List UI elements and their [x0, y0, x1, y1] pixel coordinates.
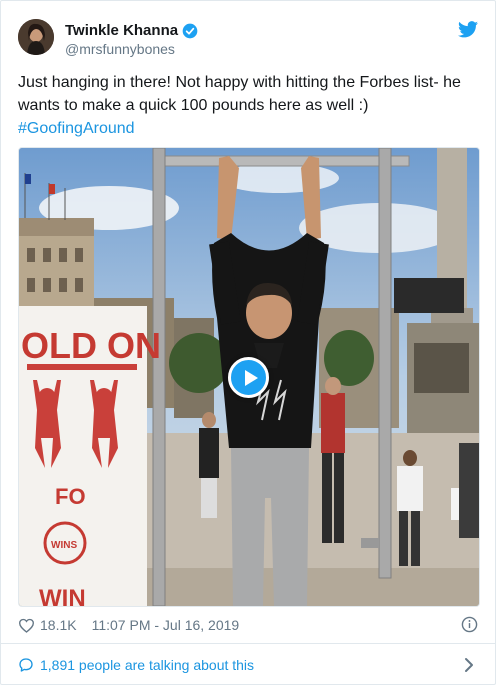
heart-icon[interactable]	[18, 618, 35, 633]
divider	[1, 643, 495, 644]
author-name-row: Twinkle Khanna	[65, 22, 198, 39]
banner-small-text: WINS	[51, 540, 77, 551]
banner-text-bottom: WIN	[39, 585, 86, 606]
tweet-text-line: Just hanging in there! Not happy with hi…	[18, 74, 461, 91]
avatar[interactable]	[18, 19, 54, 55]
conversation-text[interactable]: 1,891 people are talking about this	[40, 657, 254, 673]
chevron-right-icon[interactable]	[464, 657, 474, 673]
tweet-text-line: wants to make a quick 100 pounds here as…	[18, 97, 369, 114]
info-icon[interactable]	[461, 616, 478, 633]
twitter-bird-icon[interactable]	[458, 21, 478, 38]
banner-text-mid: FO	[55, 484, 86, 509]
video-media[interactable]: OLD ON FO WINS WIN	[18, 147, 480, 607]
author-name[interactable]: Twinkle Khanna	[65, 22, 178, 39]
author-handle[interactable]: @mrsfunnybones	[65, 41, 175, 57]
like-count[interactable]: 18.1K	[40, 617, 77, 633]
tweet-text: Just hanging in there! Not happy with hi…	[18, 71, 478, 140]
tweet-header: Twinkle Khanna @mrsfunnybones	[18, 17, 480, 61]
tweet-meta: 18.1K 11:07 PM - Jul 16, 2019	[18, 615, 478, 635]
play-icon[interactable]	[228, 357, 269, 398]
verified-badge-icon	[182, 23, 198, 38]
banner-text-top: OLD ON	[21, 325, 161, 366]
hashtag-link[interactable]: #GoofingAround	[18, 117, 478, 140]
conversation-link[interactable]: 1,891 people are talking about this	[18, 655, 478, 675]
tweet-embed-card: Twinkle Khanna @mrsfunnybones Just hangi…	[0, 0, 496, 685]
speech-bubble-icon	[19, 658, 33, 672]
timestamp[interactable]: 11:07 PM - Jul 16, 2019	[92, 617, 240, 633]
